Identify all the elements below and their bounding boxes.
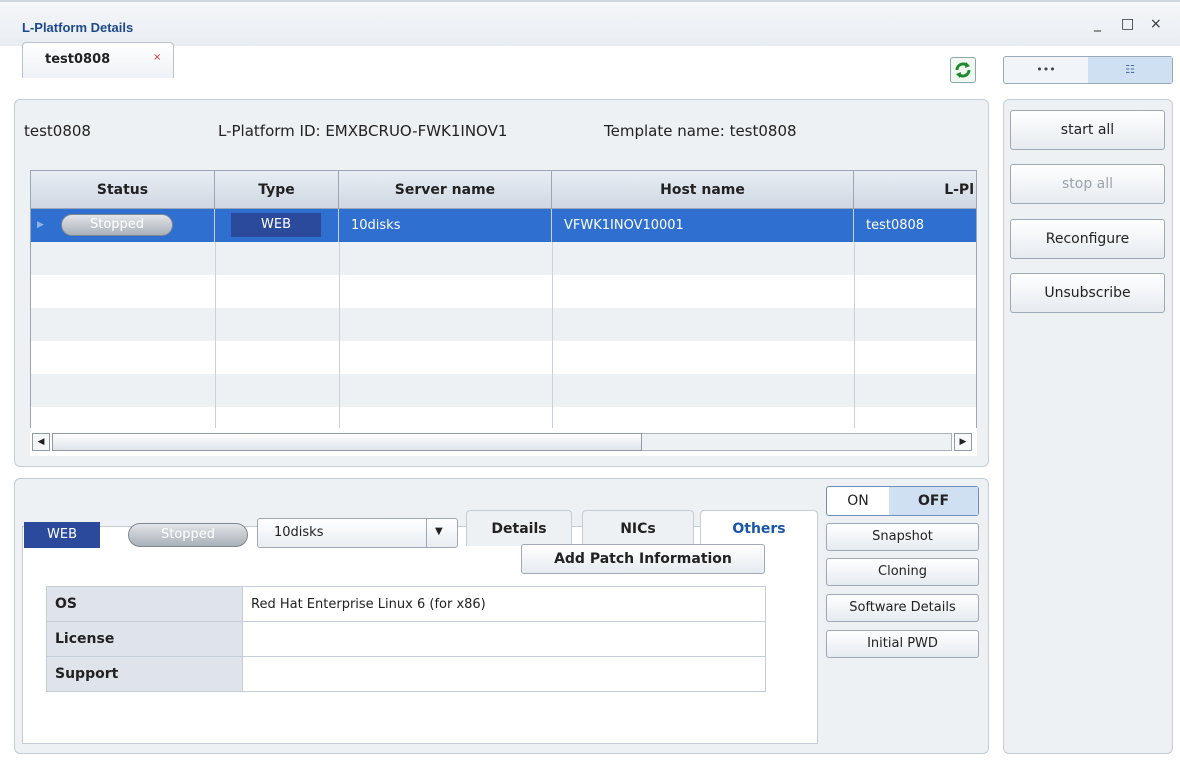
info-value <box>242 656 766 692</box>
server-select-value: 10disks <box>274 525 324 540</box>
col-server-name[interactable]: Server name <box>339 171 552 209</box>
view-list-icon[interactable]: ☷ <box>1088 57 1172 83</box>
col-type[interactable]: Type <box>215 171 339 209</box>
server-select[interactable]: 10disks ▼ <box>257 518 458 548</box>
initial-pwd-button[interactable]: Initial PWD <box>826 630 979 658</box>
reconfigure-button[interactable]: Reconfigure <box>1010 219 1165 259</box>
maximize-icon[interactable]: □ <box>1121 16 1134 32</box>
info-value: Red Hat Enterprise Linux 6 (for x86) <box>242 586 766 622</box>
platform-id: L-Platform ID: EMXBCRUO-FWK1INOV1 <box>218 122 508 140</box>
tab-details[interactable]: Details <box>466 510 572 546</box>
column-divider <box>552 242 553 455</box>
col-lplatform[interactable]: L-Pl <box>854 171 976 209</box>
table-row: OS Red Hat Enterprise Linux 6 (for x86) <box>46 586 766 622</box>
stop-all-button[interactable]: stop all <box>1010 164 1165 204</box>
col-status[interactable]: Status <box>31 171 215 209</box>
add-patch-information-button[interactable]: Add Patch Information <box>521 544 765 574</box>
tab-nics[interactable]: NICs <box>582 510 694 546</box>
refresh-button[interactable] <box>950 57 976 83</box>
info-value <box>242 621 766 657</box>
type-badge: WEB <box>231 213 321 237</box>
table-row: Support <box>46 656 766 692</box>
power-on-option[interactable]: ON <box>827 487 889 515</box>
scroll-right-icon[interactable]: ▶ <box>954 433 972 451</box>
empty-row <box>31 242 976 275</box>
column-divider <box>215 242 216 455</box>
snapshot-button[interactable]: Snapshot <box>826 523 979 551</box>
power-toggle[interactable]: ON OFF <box>826 486 979 516</box>
status-badge: Stopped <box>61 214 173 236</box>
platform-tab-label: test0808 <box>45 52 111 67</box>
software-details-button[interactable]: Software Details <box>826 594 979 622</box>
cell-server-name: 10disks <box>339 209 552 242</box>
cell-status: ▶ Stopped <box>31 209 215 242</box>
minimize-icon[interactable]: _ <box>1094 16 1101 32</box>
column-divider <box>339 242 340 455</box>
template-name: Template name: test0808 <box>604 122 797 140</box>
row-pointer-icon: ▶ <box>37 220 44 230</box>
cell-host-name: VFWK1INOV10001 <box>552 209 854 242</box>
view-dots-icon[interactable]: ••• <box>1004 57 1088 83</box>
col-host-name[interactable]: Host name <box>552 171 854 209</box>
empty-row <box>31 308 976 341</box>
window-titlebar: L-Platform Details _ □ × <box>0 0 1180 46</box>
empty-row <box>31 341 976 374</box>
column-divider <box>854 242 855 455</box>
table-row: License <box>46 621 766 657</box>
start-all-button[interactable]: start all <box>1010 110 1165 150</box>
close-tab-icon[interactable]: × <box>153 52 161 63</box>
table-row[interactable]: ▶ Stopped WEB 10disks VFWK1INOV10001 tes… <box>31 209 976 242</box>
info-key: OS <box>46 586 243 622</box>
info-key: Support <box>46 656 243 692</box>
server-info-table: OS Red Hat Enterprise Linux 6 (for x86) … <box>46 586 766 692</box>
chevron-down-icon: ▼ <box>435 526 443 537</box>
platform-name: test0808 <box>24 122 91 140</box>
refresh-icon <box>955 62 971 78</box>
grid-header: Status Type Server name Host name L-Pl <box>31 171 976 209</box>
cell-type: WEB <box>215 209 339 242</box>
empty-row <box>31 374 976 407</box>
unsubscribe-button[interactable]: Unsubscribe <box>1010 273 1165 313</box>
view-toggle[interactable]: ••• ☷ <box>1003 56 1173 84</box>
scroll-left-icon[interactable]: ◀ <box>32 433 50 451</box>
select-divider <box>426 519 427 547</box>
empty-row <box>31 275 976 308</box>
horizontal-scrollbar[interactable]: ◀ ▶ <box>30 428 977 456</box>
close-window-icon[interactable]: × <box>1150 16 1162 32</box>
scroll-thumb[interactable] <box>52 433 642 451</box>
power-off-option[interactable]: OFF <box>889 487 978 515</box>
tab-others[interactable]: Others <box>700 510 818 547</box>
detail-status-badge: Stopped <box>128 523 248 547</box>
server-grid: Status Type Server name Host name L-Pl ▶… <box>30 170 977 456</box>
window-title: L-Platform Details <box>22 20 134 35</box>
cell-lplatform: test0808 <box>866 218 925 233</box>
platform-tab[interactable]: test0808 × <box>22 42 174 78</box>
info-key: License <box>46 621 243 657</box>
detail-type-badge: WEB <box>24 522 100 548</box>
cloning-button[interactable]: Cloning <box>826 558 979 586</box>
